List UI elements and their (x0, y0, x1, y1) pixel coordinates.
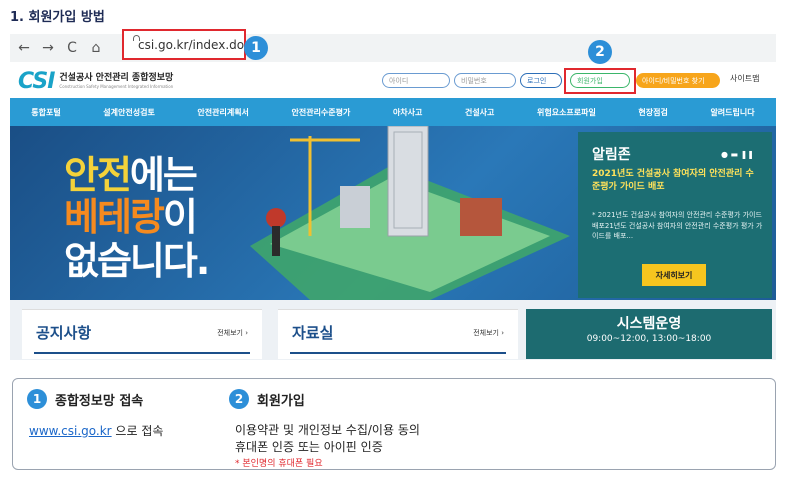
site-url-link[interactable]: www.csi.go.kr (29, 424, 112, 438)
hero-line-3: 없습니다. (64, 239, 210, 283)
instruction-box: 1 종합정보망 접속 www.csi.go.kr 으로 접속 2 회원가입 이용… (12, 378, 776, 470)
browser-toolbar: ← → C ⌂ csi.go.kr/index.do (10, 29, 776, 62)
main-nav: 통합포털 설계안전성검토 안전관리계획서 안전관리수준평가 아차사고 건설사고 … (10, 98, 776, 126)
back-icon[interactable]: ← (14, 40, 34, 56)
nav-item[interactable]: 아차사고 (393, 107, 422, 118)
nav-item[interactable]: 설계안전성검토 (103, 107, 155, 118)
archive-panel: 자료실 전체보기 › (278, 309, 518, 359)
login-button[interactable]: 로그인 (520, 73, 562, 88)
archive-panel-title: 자료실 (292, 324, 334, 342)
nav-item[interactable]: 건설사고 (465, 107, 494, 118)
signup-highlight (564, 68, 636, 94)
reload-icon[interactable]: C (62, 40, 82, 56)
forward-icon[interactable]: → (38, 40, 58, 56)
document-title: 1. 회원가입 방법 (10, 10, 105, 25)
step1-badge: 1 (27, 389, 47, 409)
home-icon[interactable]: ⌂ (86, 40, 106, 56)
step1-heading: 1 종합정보망 접속 (27, 389, 143, 409)
nav-item[interactable]: 통합포털 (31, 107, 60, 118)
logo-title: 건설공사 안전관리 종합정보망 (59, 72, 174, 83)
archive-view-all[interactable]: 전체보기 › (473, 328, 504, 338)
nav-item[interactable]: 안전관리수준평가 (291, 107, 350, 118)
sitemap-link[interactable]: 사이트맵 (730, 73, 759, 84)
nav-item[interactable]: 안전관리계획서 (197, 107, 249, 118)
step2-badge: 2 (229, 389, 249, 409)
notice-headline[interactable]: 2021년도 건설공사 참여자의 안전관리 수준평가 가이드 배포 (592, 168, 762, 193)
password-input[interactable]: 비밀번호 (454, 73, 516, 88)
nav-item[interactable]: 알려드립니다 (710, 107, 754, 118)
notice-body: * 2021년도 건설공사 참여자의 안전관리 수준평가 가이드 배포21년도 … (592, 211, 763, 240)
id-input[interactable]: 아이디 (382, 73, 450, 88)
url-text: csi.go.kr/index.do (138, 37, 245, 52)
details-button[interactable]: 자세히보기 (642, 264, 706, 286)
notice-zone-title: 알림존 (592, 147, 631, 163)
address-bar[interactable]: csi.go.kr/index.do (122, 29, 246, 60)
nav-item[interactable]: 위험요소프로파일 (537, 107, 596, 118)
notice-panel: 공지사항 전체보기 › (22, 309, 262, 359)
step2-note: * 본인명의 휴대폰 필요 (235, 459, 323, 469)
site-logo[interactable]: CSI (18, 69, 55, 94)
carousel-controls[interactable]: ● ▬ ❚❚ (721, 150, 754, 159)
notice-zone: 알림존 ● ▬ ❚❚ 2021년도 건설공사 참여자의 안전관리 수준평가 가이… (578, 132, 772, 298)
step-badge-1: 1 (244, 36, 268, 60)
notice-panel-title: 공지사항 (36, 324, 92, 342)
logo-subtitle: Construction Safety Management Integrate… (59, 83, 174, 89)
nav-item[interactable]: 현장점검 (638, 107, 667, 118)
step2-text: 이용약관 및 개인정보 수집/이용 동의 휴대폰 인증 또는 아이핀 인증 (235, 423, 420, 455)
step1-text: www.csi.go.kr 으로 접속 (29, 424, 164, 438)
system-hours-title: 시스템운영 (616, 316, 682, 332)
system-hours-time: 09:00~12:00, 13:00~18:00 (586, 334, 712, 344)
step-badge-2: 2 (588, 40, 612, 64)
notice-view-all[interactable]: 전체보기 › (217, 328, 248, 338)
find-account-button[interactable]: 아이디/비밀번호 찾기 (636, 73, 720, 88)
step2-heading: 2 회원가입 (229, 389, 305, 409)
system-hours-panel: 시스템운영 09:00~12:00, 13:00~18:00 (526, 309, 772, 359)
